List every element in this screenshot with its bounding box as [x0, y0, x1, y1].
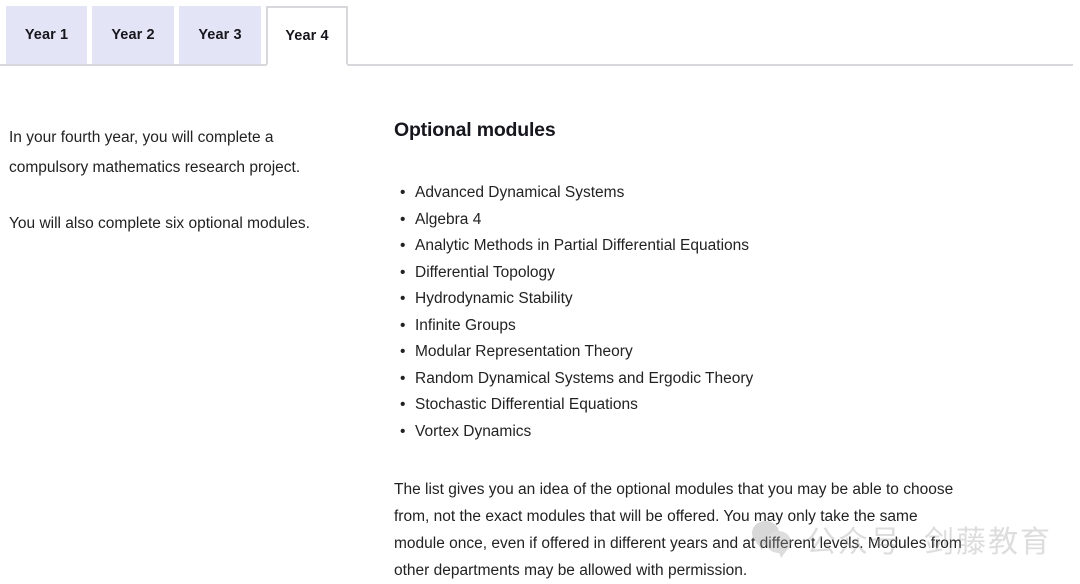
- overview-paragraph-1: In your fourth year, you will complete a…: [9, 129, 301, 176]
- tab-year-4-label: Year 4: [285, 28, 329, 44]
- list-item: • Vortex Dynamics: [394, 419, 994, 446]
- tab-panel-year-4: In your fourth year, you will complete a…: [0, 68, 1080, 581]
- list-item: • Hydrodynamic Stability: [394, 286, 994, 313]
- list-item: • Differential Topology: [394, 260, 994, 287]
- module-name: Algebra 4: [415, 210, 482, 228]
- bullet-icon: •: [400, 290, 406, 307]
- module-name: Modular Representation Theory: [415, 343, 633, 360]
- bullet-icon: •: [400, 237, 406, 254]
- bullet-icon: •: [400, 210, 406, 228]
- tab-year-1[interactable]: Year 1: [6, 6, 87, 64]
- list-item: • Stochastic Differential Equations: [394, 392, 994, 419]
- list-item: • Random Dynamical Systems and Ergodic T…: [394, 366, 994, 393]
- bullet-icon: •: [400, 343, 406, 360]
- bullet-icon: •: [400, 369, 406, 387]
- module-name: Analytic Methods in Partial Differential…: [415, 237, 749, 254]
- module-name: Infinite Groups: [415, 316, 516, 334]
- list-item: • Modular Representation Theory: [394, 339, 994, 366]
- optional-modules-list: • Advanced Dynamical Systems • Algebra 4…: [394, 180, 994, 445]
- tab-year-2-label: Year 2: [111, 27, 155, 43]
- tab-list: Year 1 Year 2 Year 3 Year 4: [6, 6, 348, 66]
- tab-year-3-label: Year 3: [198, 27, 242, 43]
- module-name: Hydrodynamic Stability: [415, 290, 573, 307]
- tab-year-3[interactable]: Year 3: [179, 6, 261, 64]
- bullet-icon: •: [400, 422, 406, 440]
- tab-year-1-label: Year 1: [24, 27, 69, 43]
- list-item: • Advanced Dynamical Systems: [394, 180, 994, 207]
- module-name: Random Dynamical Systems and Ergodic The…: [415, 369, 754, 387]
- overview-paragraph-2: You will also complete six optional modu…: [9, 215, 310, 232]
- bullet-icon: •: [400, 396, 406, 413]
- tab-year-4[interactable]: Year 4: [266, 6, 348, 66]
- list-item: • Analytic Methods in Partial Differenti…: [394, 233, 994, 260]
- module-name: Advanced Dynamical Systems: [415, 184, 625, 201]
- year-tab-strip: Year 1 Year 2 Year 3 Year 4: [0, 0, 1080, 68]
- bullet-icon: •: [400, 316, 406, 334]
- overview-column: In your fourth year, you will complete a…: [9, 123, 354, 265]
- tab-year-2[interactable]: Year 2: [92, 6, 174, 64]
- list-item: • Algebra 4: [394, 207, 994, 234]
- optional-modules-note: The list gives you an idea of the option…: [394, 481, 962, 579]
- optional-modules-column: Optional modules • Advanced Dynamical Sy…: [394, 118, 994, 584]
- module-name: Vortex Dynamics: [415, 422, 532, 440]
- list-item: • Infinite Groups: [394, 313, 994, 340]
- bullet-icon: •: [400, 263, 406, 281]
- page-title: Optional modules: [394, 119, 556, 141]
- module-name: Stochastic Differential Equations: [415, 396, 638, 413]
- module-name: Differential Topology: [415, 263, 555, 281]
- bullet-icon: •: [400, 184, 406, 201]
